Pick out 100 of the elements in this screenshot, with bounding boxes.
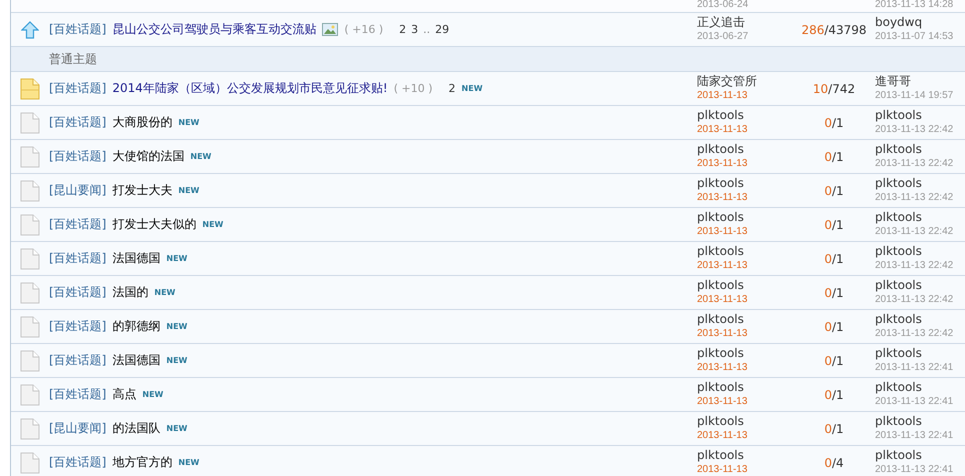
post-date: 2013-11-13 xyxy=(697,327,748,341)
new-label: NEW xyxy=(142,390,164,399)
last-poster-link[interactable]: plktools xyxy=(875,414,965,429)
last-post-time: 2013-11-13 22:42 xyxy=(875,225,954,239)
post-date: 2013-11-13 xyxy=(697,395,748,409)
last-poster-link[interactable]: plktools xyxy=(875,380,965,395)
category-link[interactable]: [百姓话题] xyxy=(49,386,106,403)
category-link[interactable]: [百姓话题] xyxy=(49,80,106,97)
document-icon xyxy=(20,146,40,168)
last-poster-link[interactable]: boydwq xyxy=(875,15,965,30)
author-link[interactable]: plktools xyxy=(697,346,793,361)
category-link[interactable]: [昆山要闻] xyxy=(49,182,106,199)
author-link[interactable]: plktools xyxy=(697,414,793,429)
author-link[interactable]: plktools xyxy=(697,278,793,293)
last-poster-link[interactable]: plktools xyxy=(875,108,965,123)
new-label: NEW xyxy=(166,322,188,331)
reply-view-count: 0/1 xyxy=(824,116,844,130)
last-post-time: 2013-11-13 22:42 xyxy=(875,123,954,137)
last-poster-link[interactable]: plktools xyxy=(875,244,965,259)
new-label: NEW xyxy=(202,220,224,229)
author-link[interactable]: plktools xyxy=(697,108,793,123)
page-link[interactable]: 2 xyxy=(448,82,456,95)
reply-view-count: 0/1 xyxy=(824,320,844,334)
author-link[interactable]: plktools xyxy=(697,210,793,225)
author-link[interactable]: plktools xyxy=(697,312,793,327)
reply-view-count: 0/1 xyxy=(824,150,844,164)
new-label: NEW xyxy=(178,186,200,195)
up-arrow-icon xyxy=(21,20,39,38)
last-poster-link[interactable]: plktools xyxy=(875,312,965,327)
author-link[interactable]: plktools xyxy=(697,448,793,463)
reply-view-count: 0/1 xyxy=(824,422,844,436)
topic-title-link[interactable]: 法国德国 xyxy=(112,250,160,267)
post-date: 2013-11-13 xyxy=(697,259,748,273)
topic-title-link[interactable]: 打发士大夫似的 xyxy=(112,216,196,233)
category-link[interactable]: [昆山要闻] xyxy=(49,420,106,437)
category-link[interactable]: [百姓话题] xyxy=(49,454,106,471)
reply-view-count: 0/1 xyxy=(824,184,844,198)
page-link[interactable]: 29 xyxy=(435,23,450,36)
topic-title-link[interactable]: 昆山公交公司驾驶员与乘客互动交流贴 xyxy=(112,21,316,38)
topic-title-link[interactable]: 大商股份的 xyxy=(112,114,172,131)
document-icon xyxy=(20,214,40,236)
last-post-time: 2013-11-13 22:41 xyxy=(875,463,954,476)
category-link[interactable]: [百姓话题] xyxy=(49,21,106,38)
post-date: 2013-06-24 xyxy=(697,0,750,12)
last-post-time: 2013-11-13 22:42 xyxy=(875,293,954,307)
topic-title-link[interactable]: 打发士大夫 xyxy=(112,182,172,199)
category-link[interactable]: [百姓话题] xyxy=(49,148,106,165)
document-icon xyxy=(20,350,40,372)
document-icon xyxy=(20,452,40,474)
topic-title-link[interactable]: 法国的 xyxy=(112,284,148,301)
topic-title-link[interactable]: 2014年陆家（区域）公交发展规划市民意见征求贴! xyxy=(112,80,388,97)
category-link[interactable]: [百姓话题] xyxy=(49,352,106,369)
last-post-time: 2013-11-13 22:42 xyxy=(875,191,954,205)
last-poster-link[interactable]: plktools xyxy=(875,278,965,293)
author-link[interactable]: plktools xyxy=(697,142,793,157)
topic-title-link[interactable]: 法国德国 xyxy=(112,352,160,369)
category-link[interactable]: [百姓话题] xyxy=(49,284,106,301)
topic-title-link[interactable]: 地方官方的 xyxy=(112,454,172,471)
reply-view-count: 10/742 xyxy=(812,82,856,96)
last-poster-link[interactable]: plktools xyxy=(875,448,965,463)
topic-title-link[interactable]: 大使馆的法国 xyxy=(112,148,184,165)
author-link[interactable]: 正义追击 xyxy=(697,15,793,30)
topic-title-link[interactable]: 的法国队 xyxy=(112,420,160,437)
author-link[interactable]: plktools xyxy=(697,244,793,259)
image-count: ( +16 ) xyxy=(344,23,384,36)
last-poster-link[interactable]: 進哥哥 xyxy=(875,74,965,89)
document-icon xyxy=(20,282,40,304)
page-link[interactable]: 2 xyxy=(399,23,406,36)
topic-title-link[interactable]: 高点 xyxy=(112,386,136,403)
new-label: NEW xyxy=(166,424,188,433)
author-link[interactable]: 陆家交管所 xyxy=(697,74,793,89)
last-post-time: 2013-11-14 19:57 xyxy=(875,89,954,103)
category-link[interactable]: [百姓话题] xyxy=(49,318,106,335)
reply-view-count: 0/1 xyxy=(824,218,844,232)
new-label: NEW xyxy=(190,152,212,161)
last-post-time: 2013-11-07 14:53 xyxy=(875,30,954,44)
reply-view-count: 0/1 xyxy=(824,354,844,368)
last-post-time: 2013-11-13 14:28 xyxy=(875,0,954,12)
author-link[interactable]: plktools xyxy=(697,380,793,395)
new-label: NEW xyxy=(178,458,200,467)
category-link[interactable]: [百姓话题] xyxy=(49,250,106,267)
page-link[interactable]: 3 xyxy=(411,23,418,36)
post-date: 2013-11-13 xyxy=(697,157,748,171)
new-label: NEW xyxy=(166,254,188,263)
last-poster-link[interactable]: plktools xyxy=(875,210,965,225)
reply-view-count: 0/1 xyxy=(824,286,844,300)
document-icon xyxy=(20,78,40,100)
section-header: 普通主题 xyxy=(49,50,97,68)
topic-title-link[interactable]: 的郭德纲 xyxy=(112,318,160,335)
new-label: NEW xyxy=(462,84,483,93)
category-link[interactable]: [百姓话题] xyxy=(49,216,106,233)
author-link[interactable]: plktools xyxy=(697,176,793,191)
last-poster-link[interactable]: plktools xyxy=(875,176,965,191)
document-icon xyxy=(20,384,40,406)
document-icon xyxy=(20,112,40,134)
last-poster-link[interactable]: plktools xyxy=(875,142,965,157)
category-link[interactable]: [百姓话题] xyxy=(49,114,106,131)
post-date: 2013-11-13 xyxy=(697,361,748,375)
last-poster-link[interactable]: plktools xyxy=(875,346,965,361)
document-icon xyxy=(20,418,40,440)
